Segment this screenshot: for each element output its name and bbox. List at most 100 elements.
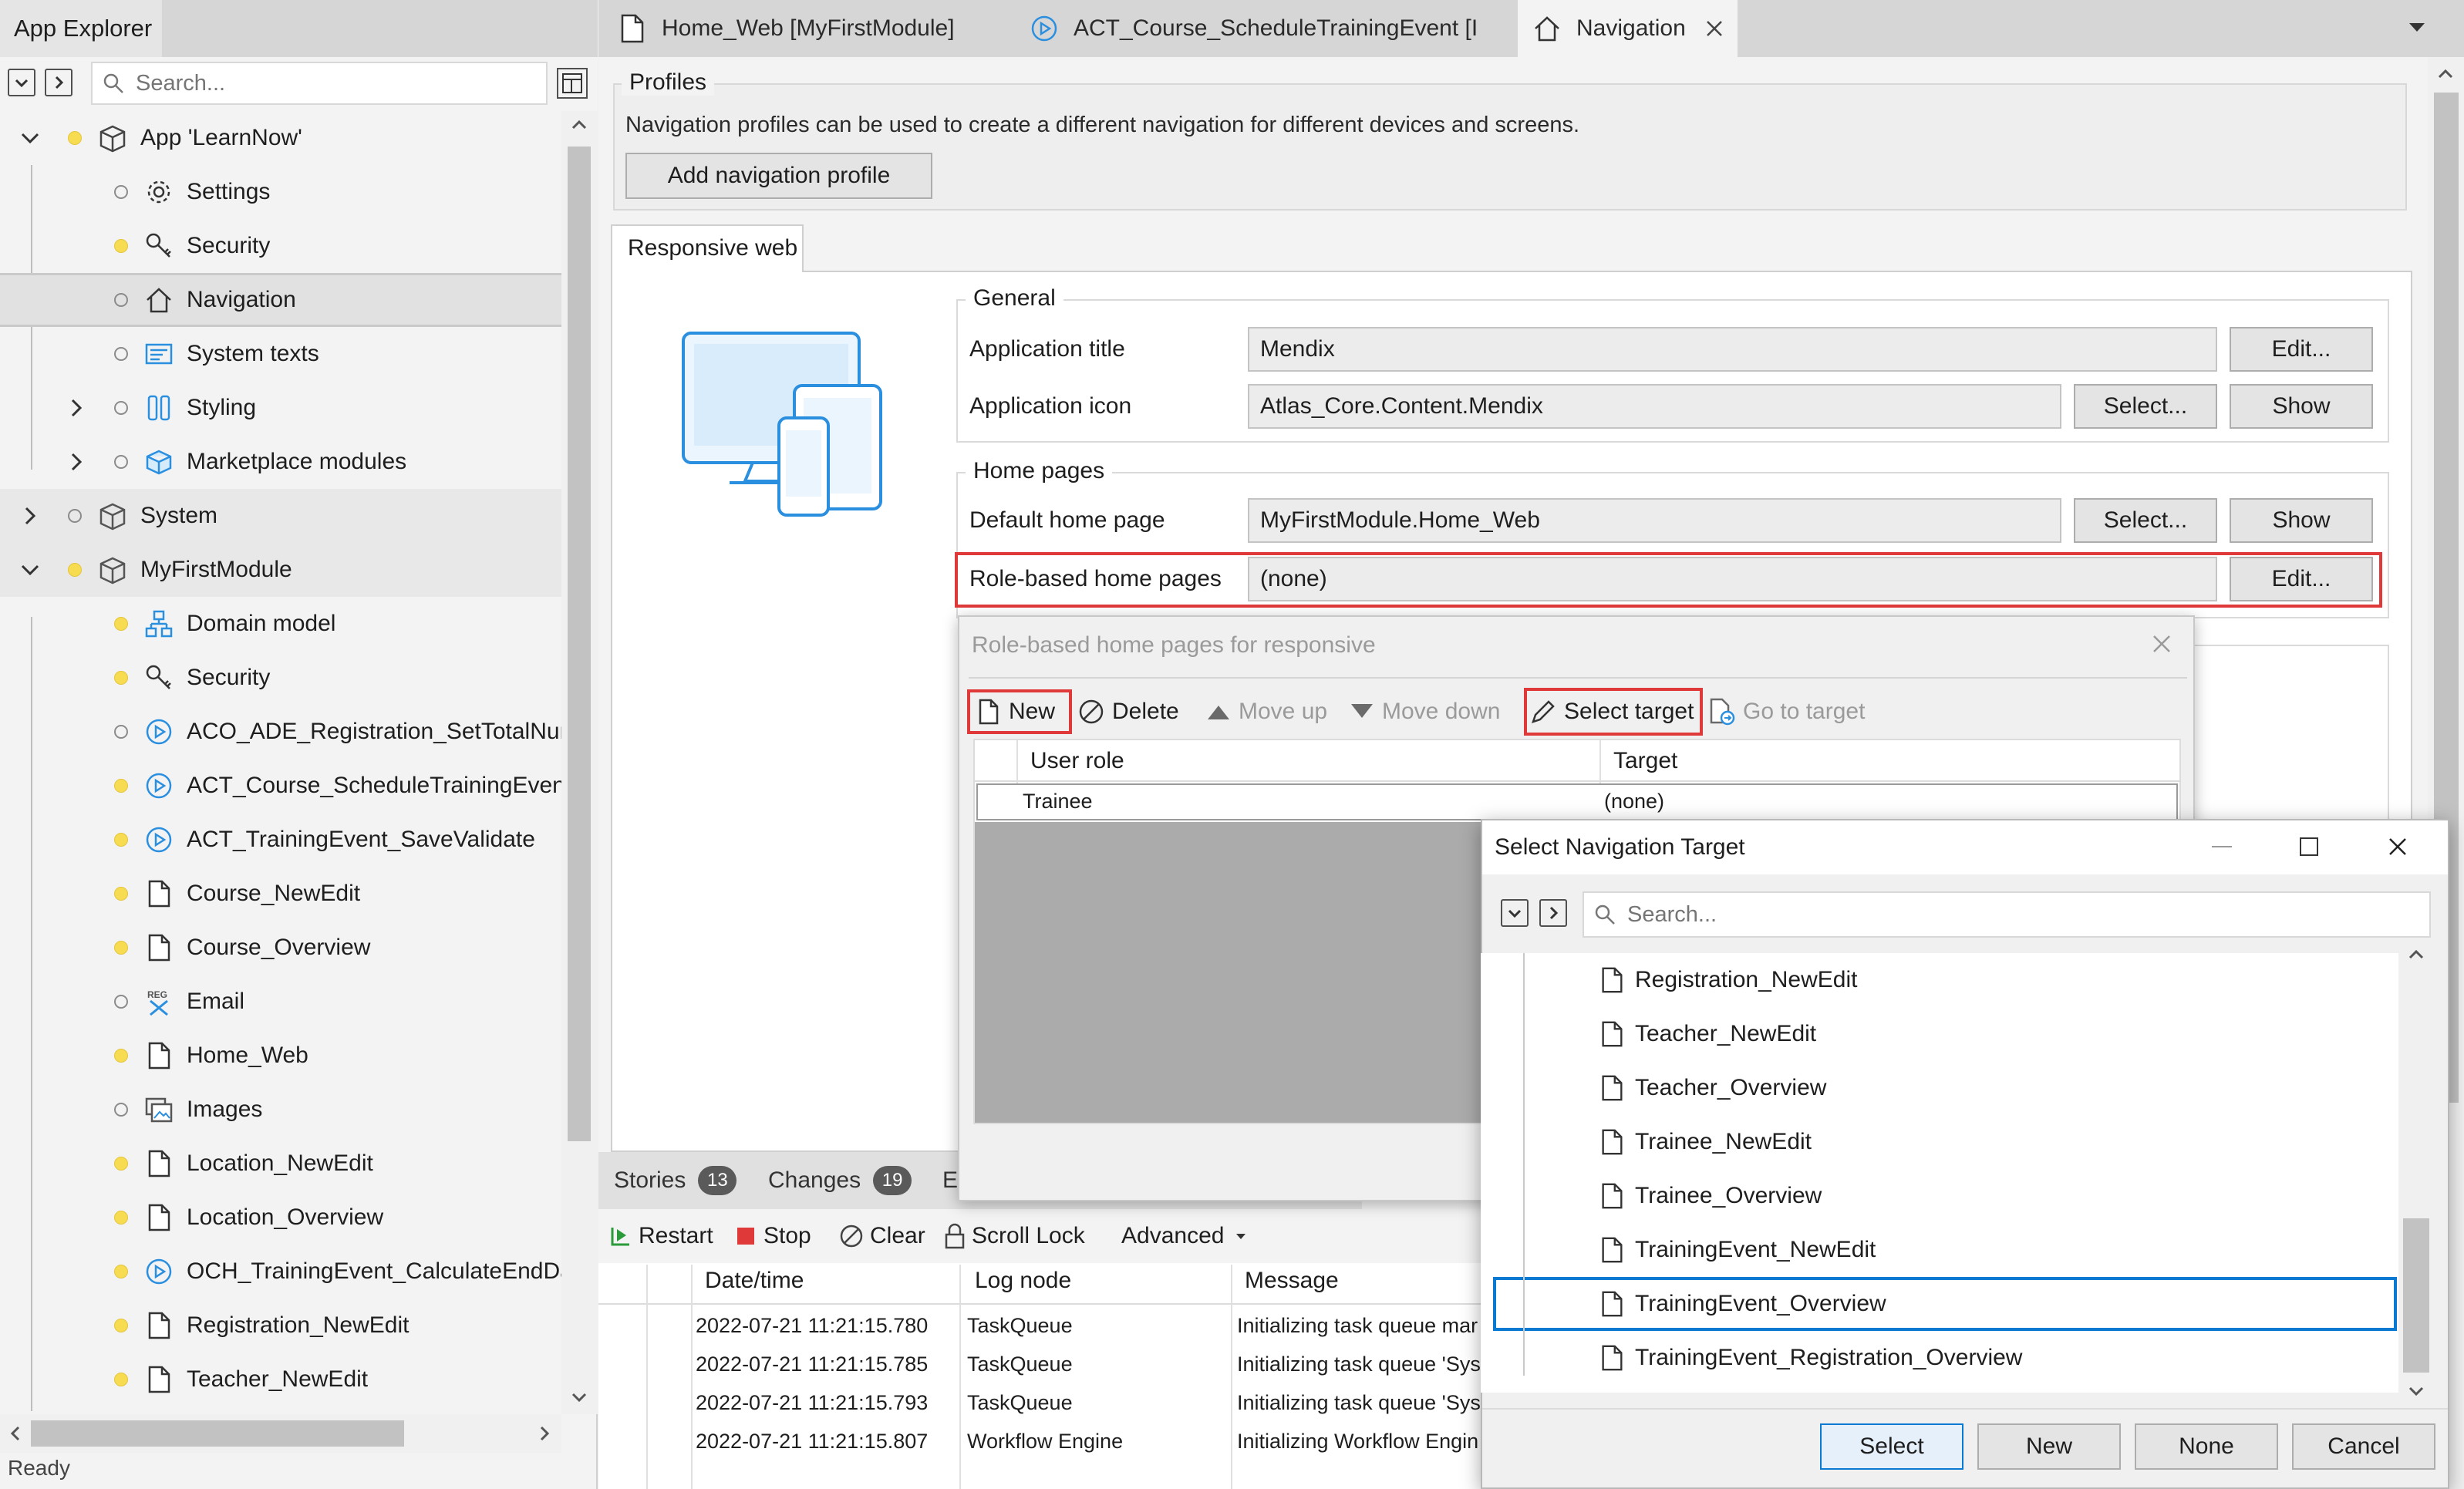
collapse-all-button[interactable]	[8, 69, 35, 96]
target-list-item[interactable]: TrainingEvent_NewEdit	[1481, 1223, 2398, 1277]
module-icon	[97, 554, 128, 585]
column-header-target[interactable]: Target	[1613, 748, 1677, 774]
select-dialog-search[interactable]	[1583, 891, 2431, 938]
tree-item[interactable]: Course_Overview	[0, 921, 561, 975]
tree-item[interactable]: Location_NewEdit	[0, 1137, 561, 1191]
new-page-button[interactable]: New	[1977, 1423, 2121, 1470]
tree-item[interactable]: Registration_NewEdit	[0, 1299, 561, 1353]
column-header-message[interactable]: Message	[1245, 1268, 1339, 1294]
collapse-all-button[interactable]	[1501, 899, 1529, 927]
tree-item[interactable]: Security	[0, 651, 561, 705]
target-list-item[interactable]: Teacher_Overview	[1481, 1061, 2398, 1115]
default-home-page-select-button[interactable]: Select...	[2074, 498, 2217, 543]
role-dialog-close-button[interactable]	[2152, 634, 2172, 654]
scroll-up-icon[interactable]	[2434, 65, 2457, 83]
minimize-icon[interactable]	[2212, 846, 2232, 847]
tree-item[interactable]: ACT_Course_ScheduleTrainingEvent	[0, 759, 561, 813]
chevron-right-icon[interactable]	[17, 503, 43, 529]
tree-item[interactable]: Teacher_NewEdit	[0, 1353, 561, 1406]
column-header-datetime[interactable]: Date/time	[705, 1268, 804, 1294]
add-navigation-profile-button[interactable]: Add navigation profile	[625, 153, 932, 199]
scroll-left-icon[interactable]	[6, 1422, 25, 1445]
default-home-page-show-button[interactable]: Show	[2230, 498, 2373, 543]
chevron-down-icon[interactable]	[17, 557, 43, 583]
tree-item[interactable]: Domain model	[0, 597, 561, 651]
tree-item[interactable]: ACO_ADE_Registration_SetTotalNumb	[0, 705, 561, 759]
tab-overflow-dropdown[interactable]	[2406, 19, 2428, 35]
tree-item[interactable]: Settings	[0, 165, 561, 219]
default-home-page-field[interactable]: MyFirstModule.Home_Web	[1248, 498, 2061, 543]
tree-item[interactable]: System	[0, 489, 561, 543]
column-header-user-role[interactable]: User role	[1030, 748, 1124, 774]
select-dialog-close-button[interactable]	[2388, 837, 2408, 857]
move-up-button[interactable]: Move up	[1206, 685, 1327, 739]
application-icon-field[interactable]: Atlas_Core.Content.Mendix	[1248, 384, 2061, 429]
restart-icon	[609, 1225, 632, 1248]
expand-all-button[interactable]	[1539, 899, 1567, 927]
column-header-log-node[interactable]: Log node	[975, 1268, 1071, 1294]
app-explorer-search[interactable]	[91, 62, 548, 105]
target-list-item[interactable]: TrainingEvent_Overview	[1493, 1277, 2397, 1331]
close-tab-icon[interactable]	[1704, 19, 1724, 39]
go-to-target-button[interactable]: Go to target	[1709, 685, 1865, 739]
role-row-trainee[interactable]	[976, 783, 2178, 820]
scroll-right-icon[interactable]	[535, 1422, 554, 1445]
scroll-lock-button[interactable]: Scroll Lock	[944, 1209, 1085, 1263]
target-list-item[interactable]: Trainee_NewEdit	[1481, 1115, 2398, 1169]
target-list-item[interactable]: Trainee_Overview	[1481, 1169, 2398, 1223]
stop-button[interactable]: Stop	[736, 1209, 811, 1263]
search-input[interactable]	[136, 70, 537, 96]
search-input[interactable]	[1627, 901, 2398, 928]
chevron-down-icon[interactable]	[17, 125, 43, 151]
none-button[interactable]: None	[2135, 1423, 2278, 1470]
tree-item[interactable]: ACT_TrainingEvent_SaveValidate	[0, 813, 561, 867]
application-title-field[interactable]: Mendix	[1248, 327, 2217, 372]
application-icon-select-button[interactable]: Select...	[2074, 384, 2217, 429]
tree-item[interactable]: System texts	[0, 327, 561, 381]
tree-item[interactable]: Navigation	[0, 273, 561, 327]
tree-item[interactable]: Home_Web	[0, 1029, 561, 1083]
scroll-up-icon[interactable]	[2405, 945, 2428, 964]
link-editor-button[interactable]	[557, 68, 588, 99]
application-title-edit-button[interactable]: Edit...	[2230, 327, 2373, 372]
chevron-right-icon[interactable]	[63, 395, 89, 421]
tree-item[interactable]: MyFirstModule	[0, 543, 561, 597]
restart-button[interactable]: Restart	[609, 1209, 713, 1263]
tree-item[interactable]: REG Email	[0, 975, 561, 1029]
tree-item[interactable]: Marketplace modules	[0, 435, 561, 489]
advanced-dropdown[interactable]: Advanced	[1121, 1209, 1247, 1263]
target-list-item[interactable]: Registration_NewEdit	[1481, 953, 2398, 1007]
delete-button[interactable]: Delete	[1078, 685, 1179, 739]
tree-item[interactable]: OCH_TrainingEvent_CalculateEndDate	[0, 1245, 561, 1299]
scroll-down-icon[interactable]	[2405, 1382, 2428, 1400]
tree-item[interactable]: Location_Overview	[0, 1191, 561, 1245]
tree-item[interactable]: Security	[0, 219, 561, 273]
clear-button[interactable]: Clear	[839, 1209, 925, 1263]
tree-horizontal-scroll-thumb[interactable]	[31, 1420, 404, 1447]
cancel-button[interactable]: Cancel	[2292, 1423, 2435, 1470]
target-list-item-label: TrainingEvent_Registration_Overview	[1635, 1345, 2023, 1370]
target-list-item[interactable]: TrainingEvent_Registration_Overview	[1481, 1331, 2398, 1385]
tree-item[interactable]: App 'LearnNow'	[0, 111, 561, 165]
scroll-down-icon[interactable]	[568, 1388, 591, 1406]
tab-home-web[interactable]: Home_Web [MyFirstModule]	[609, 0, 995, 57]
move-down-button[interactable]: Move down	[1350, 685, 1500, 739]
chevron-right-icon[interactable]	[63, 449, 89, 475]
tab-navigation[interactable]: Navigation	[1518, 0, 1738, 57]
target-list-item[interactable]: Teacher_NewEdit	[1481, 1007, 2398, 1061]
tree-item[interactable]: Course_NewEdit	[0, 867, 561, 921]
scroll-up-icon[interactable]	[568, 116, 591, 134]
delete-icon	[1078, 699, 1104, 725]
select-button[interactable]: Select	[1820, 1423, 1963, 1470]
maximize-icon[interactable]	[2300, 837, 2318, 856]
expand-all-button[interactable]	[45, 69, 72, 96]
tab-changes[interactable]: Changes 19	[768, 1152, 912, 1209]
tab-responsive-web[interactable]: Responsive web	[611, 224, 804, 272]
tree-item[interactable]: Images	[0, 1083, 561, 1137]
application-icon-show-button[interactable]: Show	[2230, 384, 2373, 429]
tree-vertical-scroll-thumb[interactable]	[568, 147, 591, 1141]
tab-stories[interactable]: Stories 13	[614, 1152, 737, 1209]
select-list-scroll-thumb[interactable]	[2403, 1218, 2429, 1373]
tree-item[interactable]: Styling	[0, 381, 561, 435]
tab-act-course-schedule[interactable]: ACT_Course_ScheduleTrainingEvent [I	[1018, 0, 1512, 57]
